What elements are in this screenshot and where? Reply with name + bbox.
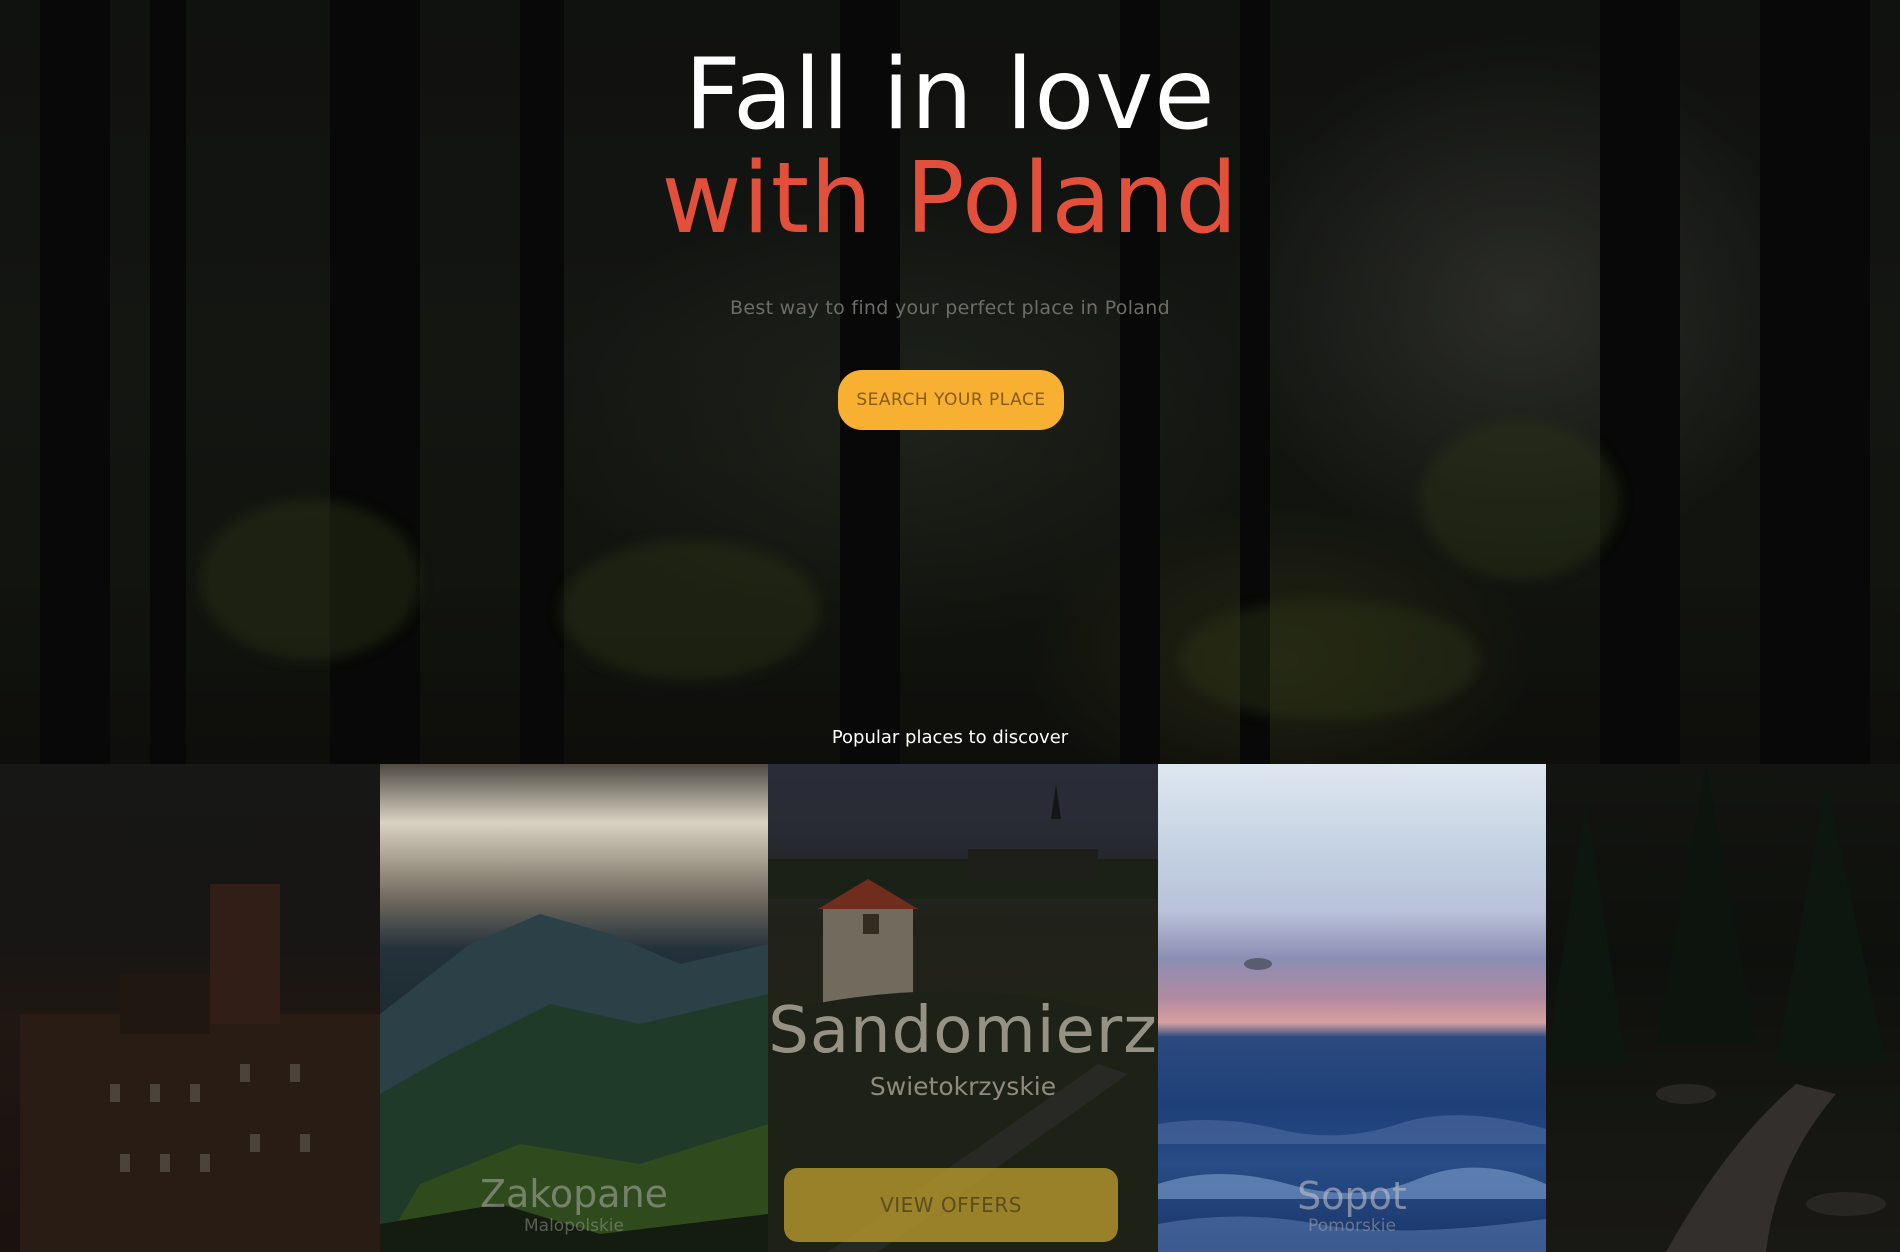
place-card-sandomierz[interactable]: Sandomierz Swietokrzyskie VIEW OFFERS — [768, 764, 1158, 1252]
place-card-partial-right[interactable] — [1546, 764, 1900, 1252]
card-overlay — [1546, 764, 1900, 1252]
place-name: Sopot — [1297, 1174, 1407, 1218]
hero-title-line2: with Poland — [661, 142, 1239, 256]
place-card-partial-left[interactable] — [0, 764, 380, 1252]
place-region: Malopolskie — [523, 1216, 624, 1236]
place-card-zakopane[interactable]: Zakopane Malopolskie — [380, 764, 768, 1252]
places-carousel: Zakopane Malopolskie Sandomierz Swietokr… — [0, 764, 1900, 1252]
hero-section: Fall in love with Poland Best way to fin… — [0, 0, 1900, 764]
popular-places-heading: Popular places to discover — [831, 727, 1069, 748]
card-overlay — [0, 764, 380, 1252]
place-region: Swietokrzyskie — [869, 1072, 1057, 1101]
place-name: Zakopane — [479, 1172, 669, 1216]
hero-title-line1: Fall in love — [684, 38, 1216, 152]
search-your-place-button[interactable]: SEARCH YOUR PLACE — [838, 370, 1064, 430]
place-region: Pomorskie — [1308, 1216, 1396, 1236]
place-name: Sandomierz — [768, 994, 1158, 1068]
place-card-sopot[interactable]: Sopot Pomorskie — [1158, 764, 1546, 1252]
view-offers-button[interactable]: VIEW OFFERS — [784, 1168, 1118, 1242]
hero-subtitle: Best way to find your perfect place in P… — [730, 297, 1170, 319]
